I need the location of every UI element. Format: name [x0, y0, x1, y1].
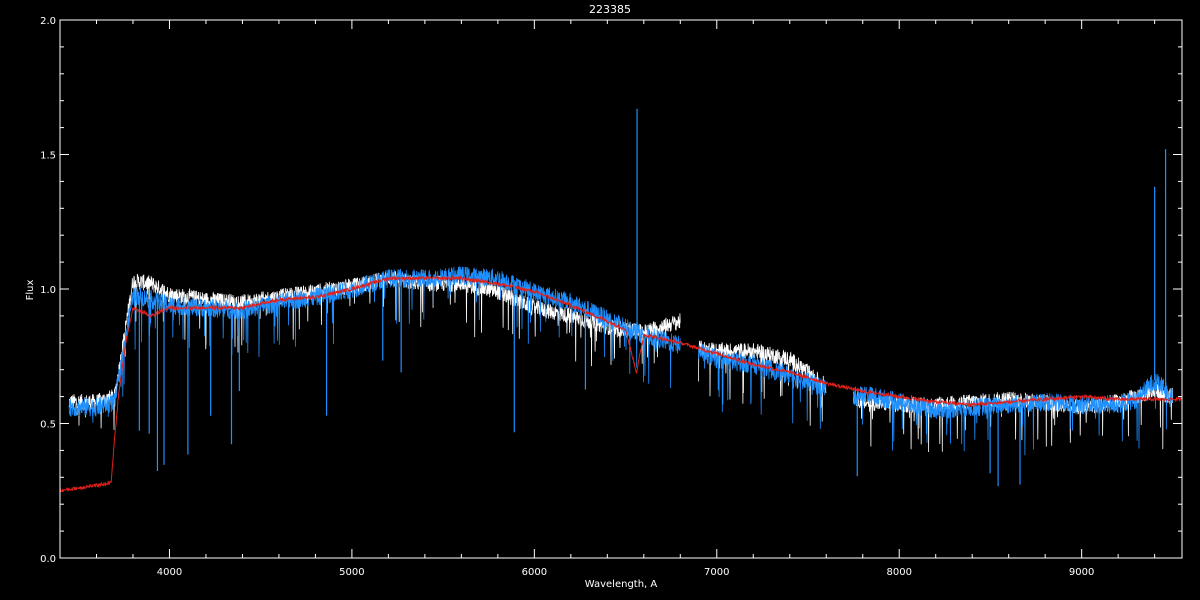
x-tick-label: 6000: [522, 567, 547, 578]
y-axis-label: Flux: [25, 280, 36, 301]
x-axis-label: Wavelength, A: [585, 579, 658, 590]
y-tick-label: 2.0: [40, 16, 56, 27]
y-tick-label: 0.5: [40, 420, 56, 431]
y-tick-label: 1.0: [40, 285, 56, 296]
chart-background: [0, 0, 1200, 600]
chart-title: 223385: [589, 3, 631, 16]
x-tick-label: 7000: [704, 567, 729, 578]
y-tick-label: 0.0: [40, 554, 56, 565]
y-tick-label: 1.5: [40, 151, 56, 162]
x-tick-label: 5000: [339, 567, 364, 578]
x-tick-label: 9000: [1069, 567, 1094, 578]
x-tick-label: 8000: [886, 567, 911, 578]
x-tick-label: 4000: [157, 567, 182, 578]
spectrum-chart: 223385 4000 5000 6000 7000 8000 9000 0.0 0.5 1.0…: [0, 0, 1200, 600]
